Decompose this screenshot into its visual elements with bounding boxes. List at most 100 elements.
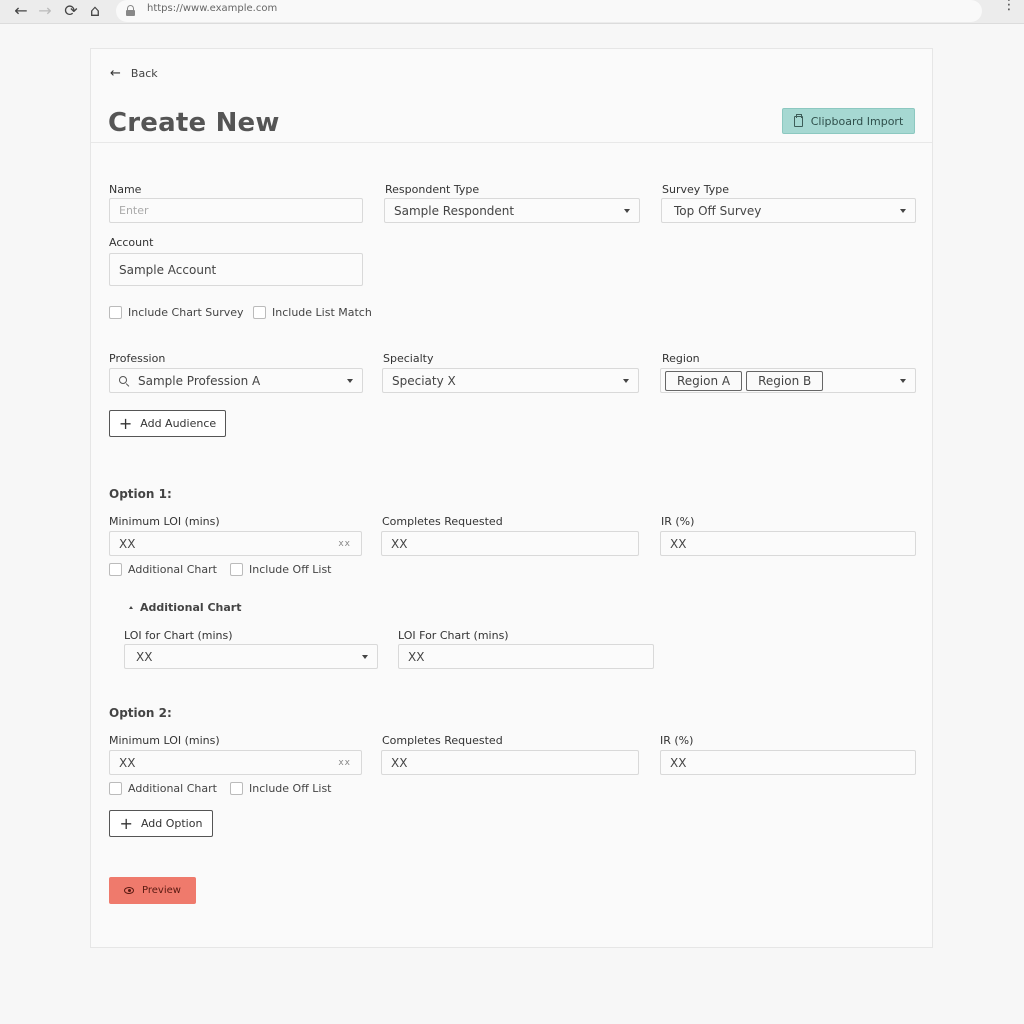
preview-button[interactable]: Preview	[109, 877, 196, 904]
respondent-type-select[interactable]: Sample Respondent	[384, 198, 640, 223]
eye-icon	[124, 887, 135, 894]
ir-value: XX	[670, 536, 687, 551]
option-1-completes-input[interactable]: XX	[381, 531, 639, 556]
account-value: Sample Account	[119, 262, 217, 277]
lock-icon	[126, 5, 135, 16]
min-loi-label: Minimum LOI (mins)	[109, 515, 220, 528]
home-icon[interactable]: ⌂	[85, 1, 105, 21]
preview-label: Preview	[142, 885, 181, 896]
add-option-button[interactable]: + Add Option	[109, 810, 213, 837]
plus-icon: +	[118, 413, 133, 433]
option-1-title: Option 1:	[109, 487, 172, 501]
header-divider	[91, 142, 932, 143]
specialty-label: Specialty	[383, 352, 434, 365]
ir-label: IR (%)	[660, 734, 694, 747]
option-2-ir-input[interactable]: XX	[660, 750, 916, 775]
reload-icon[interactable]: ⟳	[61, 1, 81, 21]
add-audience-label: Add Audience	[140, 417, 217, 430]
browser-back-icon[interactable]: ←	[11, 1, 31, 21]
loi-chart-input-value: XX	[408, 649, 425, 664]
checkbox-box[interactable]	[230, 782, 243, 795]
specialty-select[interactable]: Speciaty X	[382, 368, 639, 393]
ir-label: IR (%)	[661, 515, 695, 528]
additional-chart-toggle[interactable]: Additional Chart	[129, 601, 241, 614]
address-bar[interactable]: https://www.example.com	[116, 0, 982, 22]
profession-value: Sample Profession A	[138, 373, 261, 388]
include-list-match-checkbox[interactable]: Include List Match	[253, 306, 372, 319]
clipboard-import-label: Clipboard Import	[810, 114, 904, 128]
chevron-down-icon	[900, 209, 906, 213]
option-2-completes-input[interactable]: XX	[381, 750, 639, 775]
checkbox-box[interactable]	[230, 563, 243, 576]
include-chart-survey-checkbox[interactable]: Include Chart Survey	[109, 306, 244, 319]
respondent-type-value: Sample Respondent	[394, 203, 515, 218]
back-label: Back	[130, 67, 158, 80]
profession-select[interactable]: Sample Profession A	[109, 368, 363, 393]
additional-chart-label: Additional Chart	[128, 782, 217, 795]
loi-chart-select[interactable]: XX	[124, 644, 378, 669]
add-option-label: Add Option	[140, 817, 203, 830]
option-1-include-off-list-checkbox[interactable]: Include Off List	[230, 563, 332, 576]
browser-toolbar: ← → ⟳ ⌂ https://www.example.com ⋮	[0, 0, 1024, 24]
respondent-type-label: Respondent Type	[385, 183, 480, 196]
account-label: Account	[109, 236, 154, 249]
region-label: Region	[662, 352, 700, 365]
chevron-down-icon	[362, 655, 368, 659]
option-2-additional-chart-checkbox[interactable]: Additional Chart	[109, 782, 217, 795]
include-off-list-label: Include Off List	[249, 782, 332, 795]
collapse-icon	[129, 606, 133, 609]
survey-type-label: Survey Type	[662, 183, 730, 196]
clipboard-import-button[interactable]: Clipboard Import	[782, 108, 915, 134]
min-loi-value: XX	[119, 755, 136, 770]
chevron-down-icon	[347, 379, 353, 383]
loi-chart-input[interactable]: XX	[398, 644, 654, 669]
profession-label: Profession	[109, 352, 166, 365]
option-1-min-loi-input[interactable]: XX xx	[109, 531, 362, 556]
kebab-menu-icon[interactable]: ⋮	[1002, 0, 1016, 12]
name-input[interactable]: Enter	[109, 198, 363, 223]
min-loi-suffix: xx	[338, 539, 351, 549]
min-loi-suffix: xx	[338, 758, 351, 768]
additional-chart-title: Additional Chart	[140, 601, 242, 614]
loi-chart-input-label: LOI For Chart (mins)	[398, 629, 509, 642]
url-text: https://www.example.com	[147, 3, 278, 14]
chevron-down-icon	[900, 379, 906, 383]
completes-label: Completes Requested	[382, 515, 503, 528]
checkbox-box[interactable]	[109, 306, 122, 319]
account-input[interactable]: Sample Account	[109, 253, 363, 286]
min-loi-label: Minimum LOI (mins)	[109, 734, 220, 747]
checkbox-box[interactable]	[109, 563, 122, 576]
completes-value: XX	[391, 536, 408, 551]
add-audience-button[interactable]: + Add Audience	[109, 410, 226, 437]
clipboard-icon	[793, 113, 803, 127]
additional-chart-label: Additional Chart	[128, 563, 217, 576]
page-title: Create New	[108, 108, 280, 138]
option-2-min-loi-input[interactable]: XX xx	[109, 750, 362, 775]
region-chip[interactable]: Region B	[746, 370, 824, 391]
browser-forward-icon[interactable]: →	[35, 1, 55, 21]
survey-type-select[interactable]: Top Off Survey	[661, 198, 916, 223]
option-1-ir-input[interactable]: XX	[660, 531, 916, 556]
search-icon	[119, 375, 129, 386]
arrow-left-icon: ←	[110, 66, 121, 81]
chevron-down-icon	[623, 379, 629, 383]
back-link[interactable]: ← Back	[110, 66, 158, 81]
form-card	[90, 48, 933, 948]
include-chart-survey-label: Include Chart Survey	[128, 306, 244, 319]
option-1-additional-chart-checkbox[interactable]: Additional Chart	[109, 563, 217, 576]
region-chip[interactable]: Region A	[665, 370, 743, 391]
include-off-list-label: Include Off List	[249, 563, 332, 576]
ir-value: XX	[670, 755, 687, 770]
completes-value: XX	[391, 755, 408, 770]
specialty-value: Speciaty X	[392, 373, 456, 388]
region-multiselect[interactable]: Region A Region B	[660, 368, 916, 393]
chevron-down-icon	[624, 209, 630, 213]
completes-label: Completes Requested	[382, 734, 503, 747]
plus-icon: +	[119, 813, 133, 833]
checkbox-box[interactable]	[253, 306, 266, 319]
option-2-include-off-list-checkbox[interactable]: Include Off List	[230, 782, 332, 795]
include-list-match-label: Include List Match	[272, 306, 372, 319]
survey-type-value: Top Off Survey	[674, 203, 762, 218]
checkbox-box[interactable]	[109, 782, 122, 795]
loi-chart-select-value: XX	[136, 649, 153, 664]
